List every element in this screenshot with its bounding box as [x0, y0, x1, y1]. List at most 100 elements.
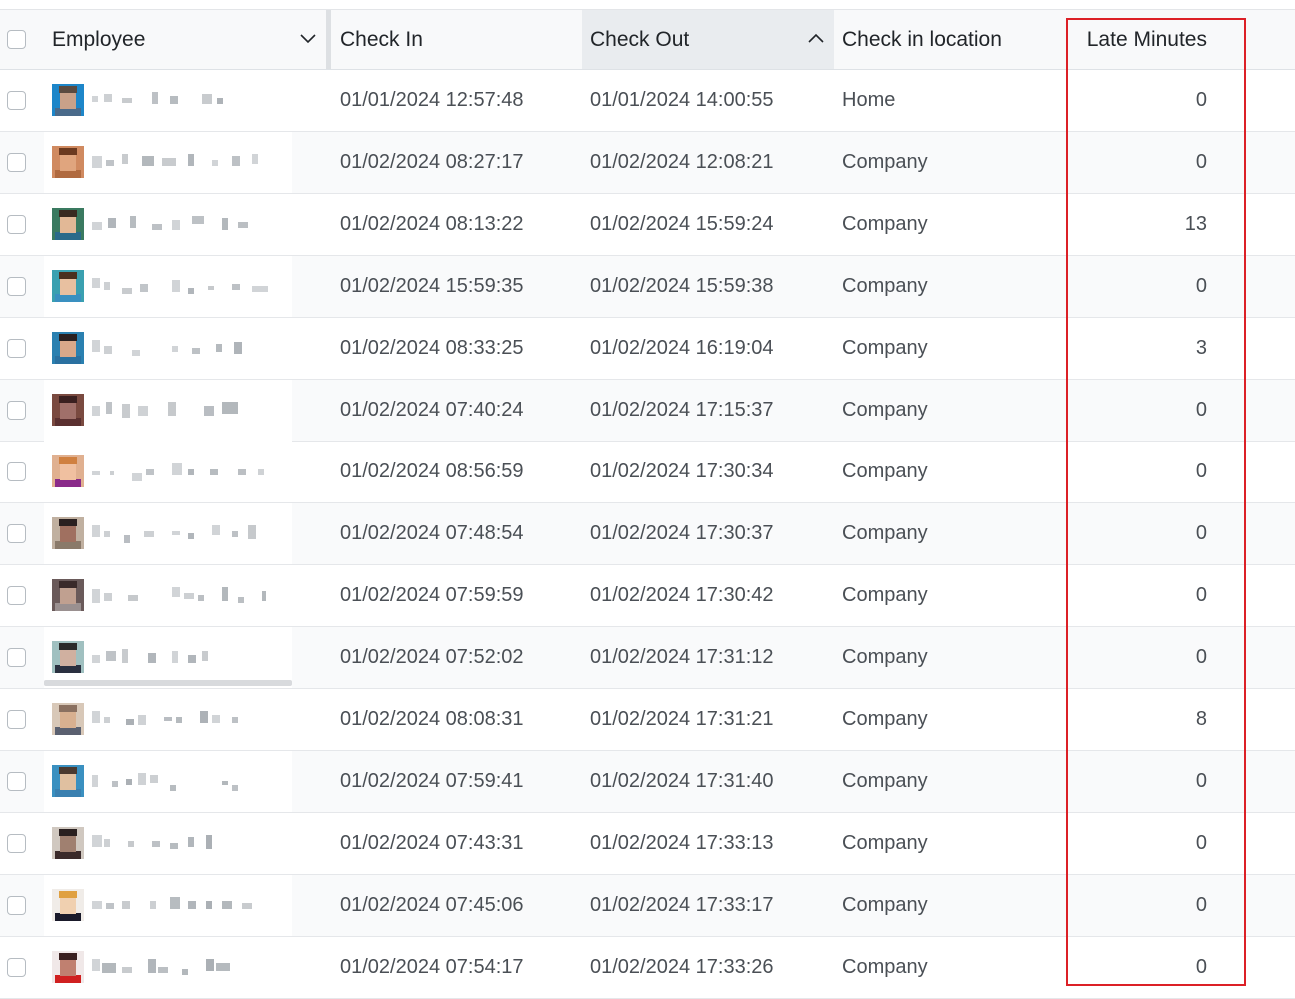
employee-cell[interactable]	[44, 70, 292, 131]
table-row[interactable]: 01/02/2024 08:27:17 01/02/2024 12:08:21 …	[0, 131, 1295, 194]
check-out-cell: 01/02/2024 17:15:37	[590, 398, 774, 421]
check-out-cell: 01/02/2024 17:31:40	[590, 769, 774, 792]
chevron-down-icon[interactable]	[298, 28, 318, 48]
row-checkbox[interactable]	[7, 710, 26, 729]
employee-cell[interactable]	[44, 379, 292, 441]
employee-cell[interactable]	[44, 936, 292, 998]
table-row[interactable]: 01/02/2024 08:08:31 01/02/2024 17:31:21 …	[0, 689, 1295, 751]
table-row[interactable]: 01/02/2024 07:54:17 01/02/2024 17:33:26 …	[0, 936, 1295, 999]
row-select-cell	[7, 256, 26, 317]
select-all-checkbox[interactable]	[7, 30, 26, 49]
horizontal-scrollbar[interactable]	[44, 680, 292, 686]
row-select-cell	[7, 813, 26, 874]
row-checkbox[interactable]	[7, 462, 26, 482]
check-in-cell: 01/02/2024 08:08:31	[340, 708, 524, 730]
table-row[interactable]: 01/01/2024 12:57:48 01/01/2024 14:00:55 …	[0, 70, 1295, 132]
employee-cell[interactable]	[44, 627, 292, 689]
row-checkbox[interactable]	[7, 338, 26, 358]
avatar	[52, 950, 84, 983]
table-row[interactable]: 01/02/2024 08:56:59 01/02/2024 17:30:34 …	[0, 441, 1295, 504]
check-in-cell: 01/02/2024 07:45:06	[340, 893, 524, 916]
table-row[interactable]: 01/02/2024 07:48:54 01/02/2024 17:30:37 …	[0, 503, 1295, 566]
row-checkbox[interactable]	[7, 957, 26, 977]
column-resize-handle[interactable]	[326, 10, 331, 69]
avatar	[52, 703, 84, 735]
employee-cell[interactable]	[44, 750, 292, 812]
check-in-cell: 01/02/2024 07:59:59	[340, 584, 524, 607]
table-row[interactable]: 01/02/2024 08:13:22 01/02/2024 15:59:24 …	[0, 193, 1295, 256]
employee-cell[interactable]	[44, 255, 292, 317]
avatar	[52, 641, 84, 674]
table-row[interactable]: 01/02/2024 07:45:06 01/02/2024 17:33:17 …	[0, 874, 1295, 937]
employee-name-redacted	[92, 153, 272, 172]
check-out-cell: 01/02/2024 15:59:24	[590, 212, 774, 235]
row-checkbox[interactable]	[7, 833, 26, 853]
late-minutes-cell: 0	[1195, 584, 1207, 607]
row-select-cell	[7, 627, 26, 688]
row-checkbox[interactable]	[7, 586, 26, 606]
late-minutes-cell: 0	[1195, 150, 1207, 173]
late-minutes-cell: 0	[1195, 955, 1207, 978]
row-checkbox[interactable]	[7, 895, 26, 915]
row-checkbox[interactable]	[7, 648, 26, 668]
employee-cell[interactable]	[44, 565, 292, 627]
employee-cell[interactable]	[44, 441, 292, 503]
table-row[interactable]: 01/02/2024 07:40:24 01/02/2024 17:15:37 …	[0, 379, 1295, 442]
late-minutes-cell: 0	[1195, 893, 1207, 916]
employee-cell[interactable]	[44, 874, 292, 936]
check-out-cell: 01/02/2024 12:08:21	[590, 150, 774, 173]
check-in-cell: 01/02/2024 07:40:24	[340, 398, 524, 421]
check-in-cell: 01/02/2024 15:59:35	[340, 274, 524, 297]
employee-cell[interactable]	[44, 503, 292, 565]
table-row[interactable]: 01/02/2024 08:33:25 01/02/2024 16:19:04 …	[0, 317, 1295, 380]
location-cell: Company	[842, 522, 928, 545]
row-select-cell	[7, 689, 26, 750]
table-row[interactable]: 01/02/2024 07:59:41 01/02/2024 17:31:40 …	[0, 750, 1295, 813]
table-row[interactable]: 01/02/2024 07:59:59 01/02/2024 17:30:42 …	[0, 565, 1295, 628]
late-minutes-cell: 0	[1195, 769, 1207, 792]
employee-name-redacted	[92, 277, 272, 296]
row-checkbox[interactable]	[7, 771, 26, 791]
location-cell: Company	[842, 274, 928, 297]
column-header-check-in[interactable]: Check In	[332, 10, 582, 69]
column-header-employee[interactable]: Employee	[44, 10, 326, 69]
row-checkbox[interactable]	[7, 91, 26, 110]
location-cell: Company	[842, 769, 928, 792]
column-label-late-minutes: Late Minutes	[1086, 27, 1207, 51]
avatar	[52, 331, 84, 364]
employee-cell[interactable]	[44, 193, 292, 255]
row-checkbox[interactable]	[7, 152, 26, 172]
employee-cell[interactable]	[44, 131, 292, 193]
employee-cell[interactable]	[44, 317, 292, 379]
employee-cell[interactable]	[44, 689, 292, 750]
employee-name-redacted	[92, 401, 272, 420]
column-header-location[interactable]: Check in location	[834, 10, 1068, 69]
check-in-cell: 01/02/2024 07:52:02	[340, 646, 524, 669]
avatar	[52, 207, 84, 240]
row-checkbox[interactable]	[7, 524, 26, 544]
check-out-cell: 01/02/2024 17:33:26	[590, 955, 774, 978]
location-cell: Company	[842, 646, 928, 669]
table-header: Employee Check In Check Out Check in loc…	[0, 10, 1295, 70]
row-checkbox[interactable]	[7, 214, 26, 234]
check-in-cell: 01/02/2024 07:54:17	[340, 955, 524, 978]
column-header-check-out[interactable]: Check Out	[582, 10, 834, 69]
check-in-cell: 01/02/2024 08:56:59	[340, 460, 524, 483]
employee-name-redacted	[92, 834, 272, 853]
check-out-cell: 01/02/2024 17:33:13	[590, 831, 774, 854]
check-out-cell: 01/02/2024 17:30:34	[590, 460, 774, 483]
column-header-late-minutes[interactable]: Late Minutes	[1070, 10, 1207, 69]
avatar	[52, 84, 84, 116]
table-row[interactable]: 01/02/2024 15:59:35 01/02/2024 15:59:38 …	[0, 255, 1295, 318]
location-cell: Company	[842, 150, 928, 173]
table-row[interactable]: 01/02/2024 07:43:31 01/02/2024 17:33:13 …	[0, 812, 1295, 875]
chevron-up-icon[interactable]	[806, 28, 826, 48]
location-cell: Company	[842, 212, 928, 235]
employee-cell[interactable]	[44, 812, 292, 874]
row-checkbox[interactable]	[7, 400, 26, 420]
check-out-cell: 01/02/2024 17:30:37	[590, 522, 774, 545]
late-minutes-cell: 0	[1195, 398, 1207, 421]
employee-name-redacted	[92, 339, 272, 358]
avatar	[52, 888, 84, 921]
row-checkbox[interactable]	[7, 276, 26, 296]
